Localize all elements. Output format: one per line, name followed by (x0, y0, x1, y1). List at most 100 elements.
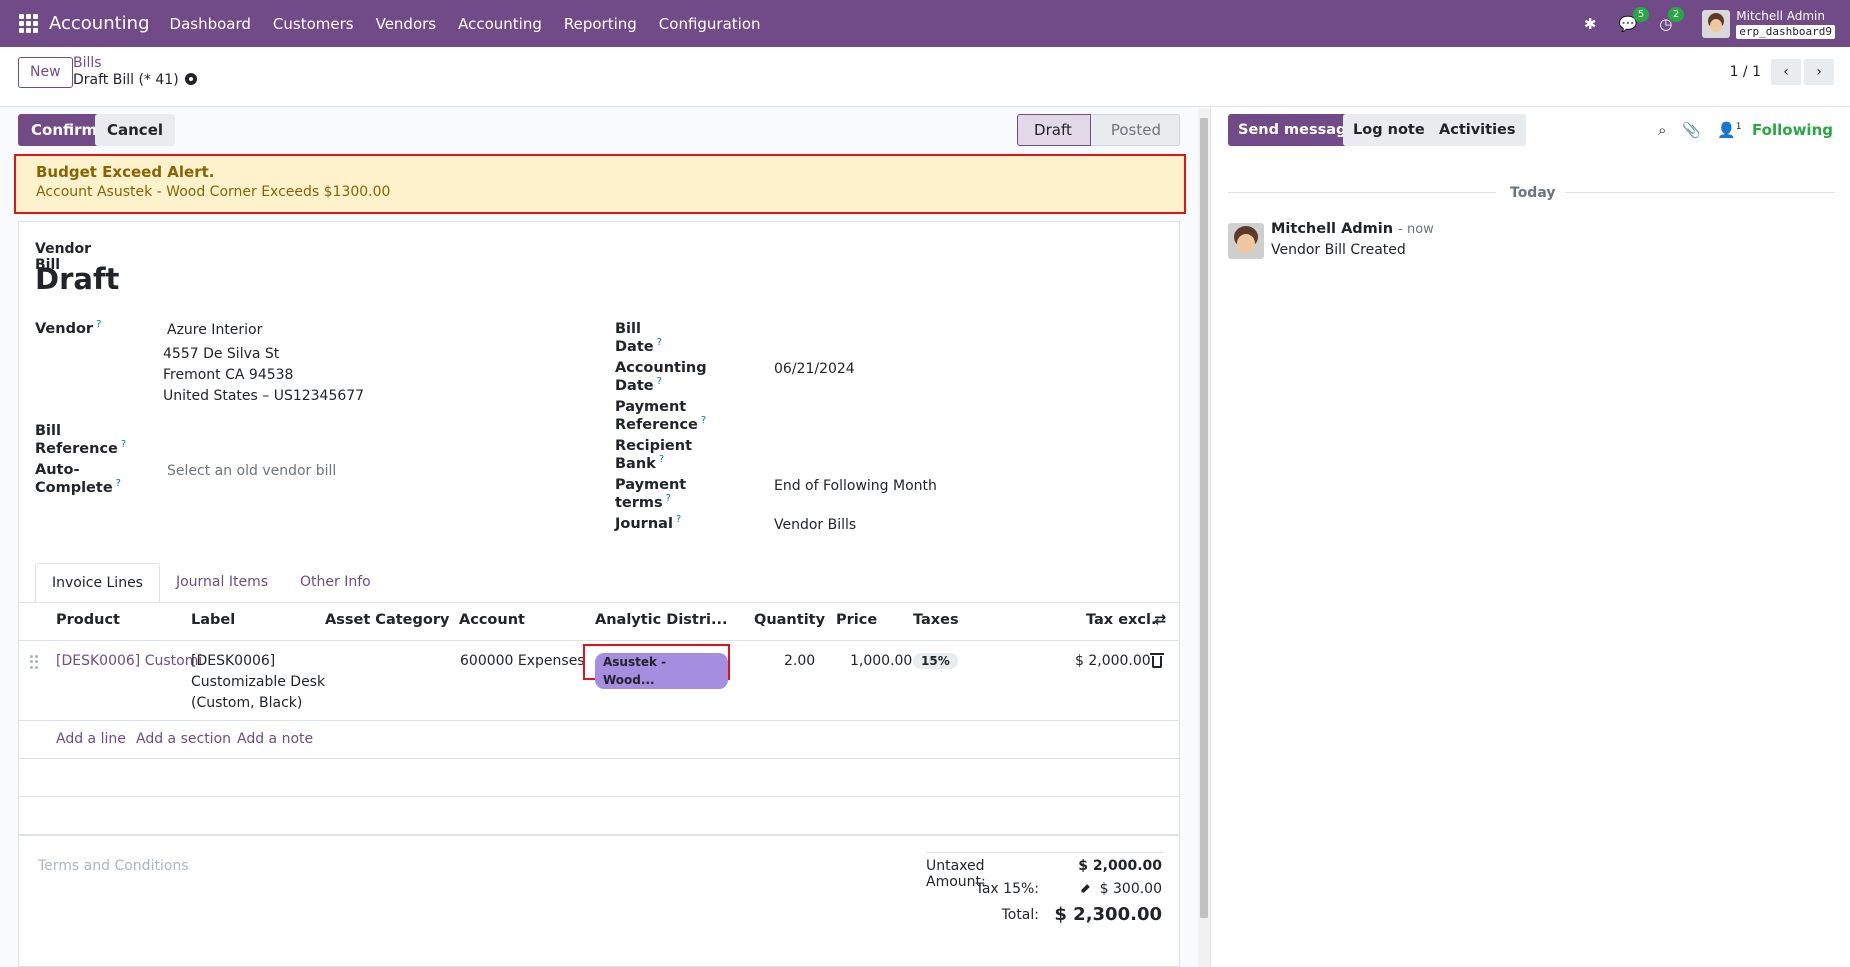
col-taxes[interactable]: Taxes (913, 612, 959, 628)
menu-reporting[interactable]: Reporting (564, 15, 637, 33)
accounting-date-input[interactable]: 06/21/2024 (774, 361, 855, 377)
tab-invoice-lines[interactable]: Invoice Lines (35, 563, 160, 603)
drag-handle-icon[interactable] (30, 655, 38, 669)
search-icon[interactable]: ⌕ (1658, 121, 1666, 139)
new-button[interactable]: New (18, 57, 73, 88)
journal-input[interactable]: Vendor Bills (774, 517, 856, 533)
message-author[interactable]: Mitchell Admin (1271, 221, 1393, 237)
scrollbar-thumb[interactable] (1200, 118, 1208, 918)
apps-menu-icon[interactable] (19, 13, 39, 34)
line-label[interactable]: [DESK0006] Customizable Desk (Custom, Bl… (191, 651, 325, 714)
user-avatar[interactable] (1702, 9, 1731, 38)
line-product[interactable]: [DESK0006] Customi (56, 651, 202, 672)
bug-icon[interactable]: ✱ (1584, 15, 1597, 33)
stage-draft[interactable]: Draft (1017, 114, 1091, 146)
vendor-field: Vendor? (35, 319, 101, 337)
analytic-tag[interactable]: Asustek - Wood... (595, 653, 728, 689)
recipient-bank-label: Recipient Bank? (615, 438, 693, 472)
payment-reference-field[interactable]: Payment Reference? (615, 397, 706, 433)
payment-terms-field: Payment terms? (615, 475, 686, 511)
paperclip-icon[interactable]: 📎 (1682, 121, 1701, 139)
empty-row (18, 759, 1180, 797)
activities-badge: 2 (1667, 6, 1685, 22)
vendor-label: Vendor? (35, 319, 102, 337)
col-asset-category[interactable]: Asset Category (325, 612, 449, 628)
line-taxes[interactable]: 15% (913, 651, 958, 672)
gear-icon[interactable] (184, 73, 197, 85)
activities-icon[interactable]: ◷ 2 (1659, 6, 1685, 33)
col-account[interactable]: Account (459, 612, 525, 628)
notebook-tabs: Invoice Lines Journal Items Other Info (35, 563, 387, 603)
optional-columns-icon[interactable]: ⇄ (1154, 612, 1166, 628)
line-quantity[interactable]: 2.00 (784, 651, 815, 672)
table-row[interactable]: [DESK0006] Customi [DESK0006] Customizab… (18, 641, 1180, 721)
divider-left (1228, 192, 1496, 193)
line-analytic-distribution[interactable]: Asustek - Wood... (583, 644, 730, 689)
tab-journal-items[interactable]: Journal Items (160, 563, 284, 603)
breadcrumb-bills[interactable]: Bills (73, 55, 197, 71)
add-section-link[interactable]: Add a section (136, 731, 231, 747)
alert-message: Account Asustek - Wood Corner Exceeds $1… (36, 184, 391, 200)
user-name: Mitchell Admin (1736, 8, 1825, 23)
terms-conditions-input[interactable]: Terms and Conditions (38, 858, 189, 874)
vendor-street: 4557 De Silva St (163, 346, 280, 362)
auto-complete-input[interactable]: Select an old vendor bill (167, 463, 336, 479)
control-panel: New Bills Draft Bill (* 41) 1 / 1 ‹ › (0, 47, 1850, 107)
message-author-avatar[interactable] (1228, 223, 1264, 259)
bill-reference-label: Bill Reference? (35, 423, 127, 457)
menu-accounting[interactable]: Accounting (458, 15, 542, 33)
form-scrollbar[interactable] (1198, 109, 1210, 967)
pager-next-icon[interactable]: › (1804, 59, 1834, 85)
line-subtotal: $ 2,000.00 (1075, 653, 1151, 669)
delete-line-icon[interactable] (1150, 653, 1164, 668)
move-state-title: Draft (35, 262, 120, 296)
tax-amount: $ 300.00 (1099, 881, 1162, 897)
user-menu[interactable]: Mitchell Admin erp_dashboard9 (1736, 9, 1835, 39)
col-price[interactable]: Price (836, 612, 877, 628)
add-line-link[interactable]: Add a line (56, 731, 126, 747)
cancel-button[interactable]: Cancel (95, 114, 176, 146)
col-quantity[interactable]: Quantity (754, 612, 825, 628)
vendor-city: Fremont CA 94538 (163, 367, 294, 383)
vendor-input[interactable]: Azure Interior (167, 322, 262, 338)
payment-terms-input[interactable]: End of Following Month (774, 478, 937, 494)
menu-dashboard[interactable]: Dashboard (170, 15, 251, 33)
menu-vendors[interactable]: Vendors (376, 15, 437, 33)
status-bar: Confirm Cancel Draft Posted (18, 114, 1210, 146)
line-label-2: Customizable Desk (191, 674, 326, 690)
menu-customers[interactable]: Customers (273, 15, 354, 33)
line-price[interactable]: 1,000.00 (850, 651, 912, 672)
message-header: Mitchell Admin - now (1271, 221, 1434, 237)
col-analytic-distribution[interactable]: Analytic Distri... (595, 612, 728, 628)
menu-configuration[interactable]: Configuration (659, 15, 761, 33)
log-note-button[interactable]: Log note (1343, 114, 1435, 146)
empty-row (18, 797, 1180, 836)
bill-reference-field[interactable]: Bill Reference? (35, 421, 126, 457)
stage-selector: Draft Posted (1017, 114, 1180, 146)
app-name[interactable]: Accounting (49, 13, 150, 34)
total-amount: $ 2,300.00 (1054, 904, 1162, 925)
pager-value[interactable]: 1 / 1 (1730, 64, 1761, 80)
auto-complete-field: Auto-Complete? (35, 460, 121, 496)
date-separator: Today (1510, 185, 1556, 201)
recipient-bank-field[interactable]: Recipient Bank? (615, 436, 692, 472)
col-tax-excluded[interactable]: Tax excl. (1086, 612, 1156, 628)
col-label[interactable]: Label (191, 612, 235, 628)
followers-icon[interactable]: 👤1 (1717, 121, 1741, 139)
messages-icon[interactable]: 💬 5 (1619, 6, 1650, 33)
tax-row: Tax 15%: $ 300.00 (926, 876, 1164, 899)
col-product[interactable]: Product (56, 612, 120, 628)
add-note-link[interactable]: Add a note (237, 731, 313, 747)
tab-other-info[interactable]: Other Info (284, 563, 387, 603)
bill-date-field[interactable]: Bill Date? (615, 319, 662, 355)
stage-posted[interactable]: Posted (1090, 114, 1180, 146)
add-line-row: Add a line Add a section Add a note (18, 721, 1180, 759)
pager-previous-icon[interactable]: ‹ (1771, 59, 1801, 85)
activities-button[interactable]: Activities (1429, 114, 1526, 146)
following-button[interactable]: Following (1752, 121, 1833, 139)
pencil-icon[interactable] (1078, 882, 1092, 896)
pager: 1 / 1 ‹ › (1730, 59, 1850, 85)
accounting-date-label: Accounting Date? (615, 360, 707, 394)
tax-label: Tax 15%: (975, 881, 1039, 897)
line-account[interactable]: 600000 Expenses (460, 651, 585, 672)
